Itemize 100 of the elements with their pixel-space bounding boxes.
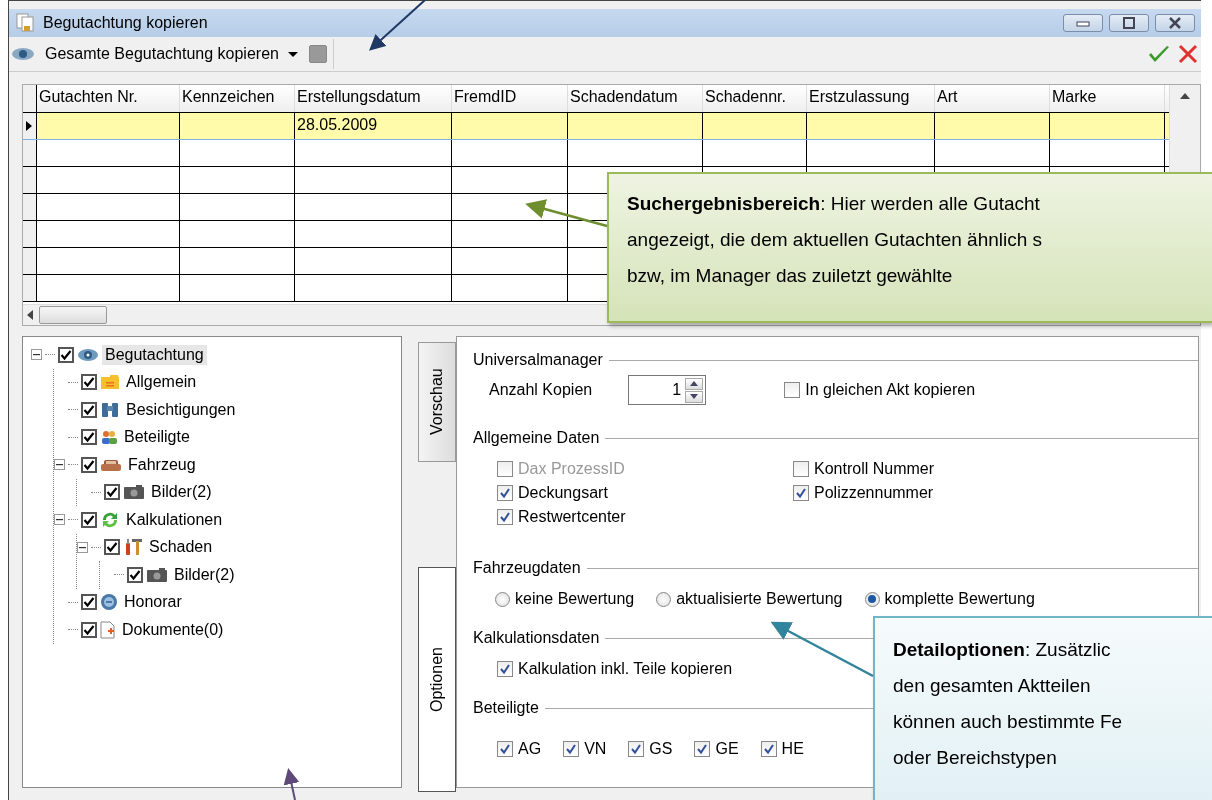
group-title: Universalmanager	[473, 351, 603, 369]
spin-down-icon[interactable]	[685, 390, 704, 403]
checkbox[interactable]	[81, 511, 97, 528]
document-icon	[100, 620, 116, 639]
checkbox[interactable]	[793, 461, 809, 477]
minimize-button[interactable]	[1063, 14, 1103, 32]
group-title: Kalkulationsdaten	[473, 629, 600, 647]
radio-label: komplette Bewertung	[884, 589, 1035, 609]
checkbox[interactable]	[81, 594, 97, 611]
column-header[interactable]: Schadennr.	[703, 85, 807, 112]
tree-item[interactable]: Allgemein	[123, 372, 200, 393]
close-button[interactable]	[1155, 14, 1195, 32]
tree-item[interactable]: Begutachtung	[102, 344, 207, 365]
small-button[interactable]	[308, 45, 327, 63]
radio-label: aktualisierte Bewertung	[676, 589, 843, 609]
checkbox-label: AG	[518, 739, 542, 759]
checkbox[interactable]	[760, 741, 777, 757]
checkbox[interactable]	[81, 621, 97, 638]
radio-button[interactable]	[495, 591, 510, 607]
checkmark-icon[interactable]	[1147, 44, 1171, 64]
table-row[interactable]: 28.05.2009	[23, 113, 1169, 140]
maximize-icon	[1122, 17, 1136, 29]
checkbox[interactable]	[104, 539, 120, 556]
spin-up-icon[interactable]	[685, 377, 704, 390]
tools-icon	[123, 538, 143, 557]
checkbox[interactable]	[497, 741, 513, 757]
checkbox[interactable]	[81, 374, 97, 391]
tree-item[interactable]: Dokumente(0)	[119, 619, 227, 640]
checkbox[interactable]	[784, 382, 801, 398]
tab[interactable]: Optionen	[418, 567, 456, 792]
coin-icon	[100, 593, 118, 612]
group-title: Fahrzeugdaten	[473, 559, 581, 577]
checkbox[interactable]	[563, 741, 580, 757]
checkbox[interactable]	[694, 741, 711, 757]
tab[interactable]: Vorschau	[418, 342, 456, 462]
column-header[interactable]: Schadendatum	[568, 85, 703, 112]
people-icon	[100, 429, 118, 446]
checkbox[interactable]	[497, 661, 513, 677]
collapse-icon[interactable]	[77, 541, 88, 553]
checkbox-label: Polizzennummer	[814, 483, 934, 503]
binoculars-icon	[100, 401, 120, 418]
checkbox-label: Dax ProzessID	[518, 459, 625, 479]
collapse-icon[interactable]	[54, 459, 65, 471]
group-title: Allgemeine Daten	[473, 429, 600, 447]
collapse-icon[interactable]	[54, 514, 65, 526]
row-pointer-icon	[26, 121, 32, 131]
tree-item[interactable]: Honorar	[121, 592, 185, 613]
checkbox[interactable]	[81, 401, 97, 418]
checkbox[interactable]	[497, 485, 513, 501]
tree-item[interactable]: Schaden	[146, 537, 216, 558]
checkbox[interactable]	[81, 429, 97, 446]
close-icon[interactable]	[1177, 43, 1199, 65]
column-header[interactable]: Kennzeichen	[180, 85, 295, 112]
checkbox[interactable]	[127, 566, 143, 583]
column-header[interactable]: Marke	[1050, 85, 1165, 112]
checkbox[interactable]	[81, 456, 97, 473]
minimize-icon	[1076, 19, 1090, 27]
checkbox[interactable]	[628, 741, 645, 757]
eye-icon	[77, 346, 99, 363]
checkbox-label: Kalkulation inkl. Teile kopieren	[518, 659, 733, 679]
checkbox-label: GE	[715, 739, 739, 759]
checkbox-label: GS	[649, 739, 673, 759]
tree-item[interactable]: Fahrzeug	[125, 454, 199, 475]
collapse-icon[interactable]	[31, 349, 42, 361]
scrollbar-thumb[interactable]	[39, 306, 107, 324]
refresh-icon	[100, 510, 120, 529]
eye-icon	[11, 47, 35, 61]
radio-button[interactable]	[864, 591, 880, 607]
tree-item[interactable]: Besichtigungen	[123, 399, 239, 420]
checkbox-label: VN	[584, 739, 607, 759]
column-header[interactable]: Erstellungsdatum	[295, 85, 452, 112]
checkbox[interactable]	[497, 509, 513, 525]
callout-text: Detailoptionen: Zusätzlic den gesamten Aktteilen können auch bestimmte Fe oder Bereichstypen	[893, 638, 1124, 770]
column-header[interactable]: Art	[935, 85, 1050, 112]
scroll-up-icon[interactable]	[1180, 93, 1190, 99]
maximize-button[interactable]	[1109, 14, 1149, 32]
tree-item[interactable]: Bilder(2)	[148, 482, 215, 503]
tree-item[interactable]: Kalkulationen	[123, 509, 226, 530]
copy-document-icon	[15, 13, 37, 33]
scroll-left-icon[interactable]	[27, 310, 33, 320]
field-label: Anzahl Kopien	[489, 381, 593, 399]
pointer-arrow	[283, 768, 300, 800]
table-row[interactable]	[23, 140, 1169, 167]
pointer-arrow	[369, 0, 426, 51]
tree-item[interactable]: Beteiligte	[121, 427, 193, 448]
copies-field[interactable]: 1	[628, 375, 707, 405]
column-header[interactable]: Erstzulassung	[807, 85, 935, 112]
radio-button[interactable]	[656, 591, 672, 607]
checkbox[interactable]	[793, 485, 809, 501]
group-title: Beteiligte	[473, 699, 539, 717]
camera-icon	[123, 484, 145, 501]
tree-item[interactable]: Bilder(2)	[171, 564, 238, 585]
callout-text: Suchergebnisbereich: Hier werden alle Gutacht angezeigt, die dem aktuellen Gutachten ähnlich s bzw, im Manager das zuiletzt gewählte	[627, 192, 1044, 288]
checkbox[interactable]	[58, 346, 74, 363]
column-header[interactable]: FremdID	[452, 85, 568, 112]
checkbox[interactable]	[104, 484, 120, 501]
folder-icon	[100, 374, 120, 391]
mode-dropdown[interactable]: Gesamte Begutachtung kopieren	[41, 45, 303, 63]
column-header[interactable]: Gutachten Nr.	[37, 85, 180, 112]
checkbox-label: Kontroll Nummer	[814, 459, 935, 479]
